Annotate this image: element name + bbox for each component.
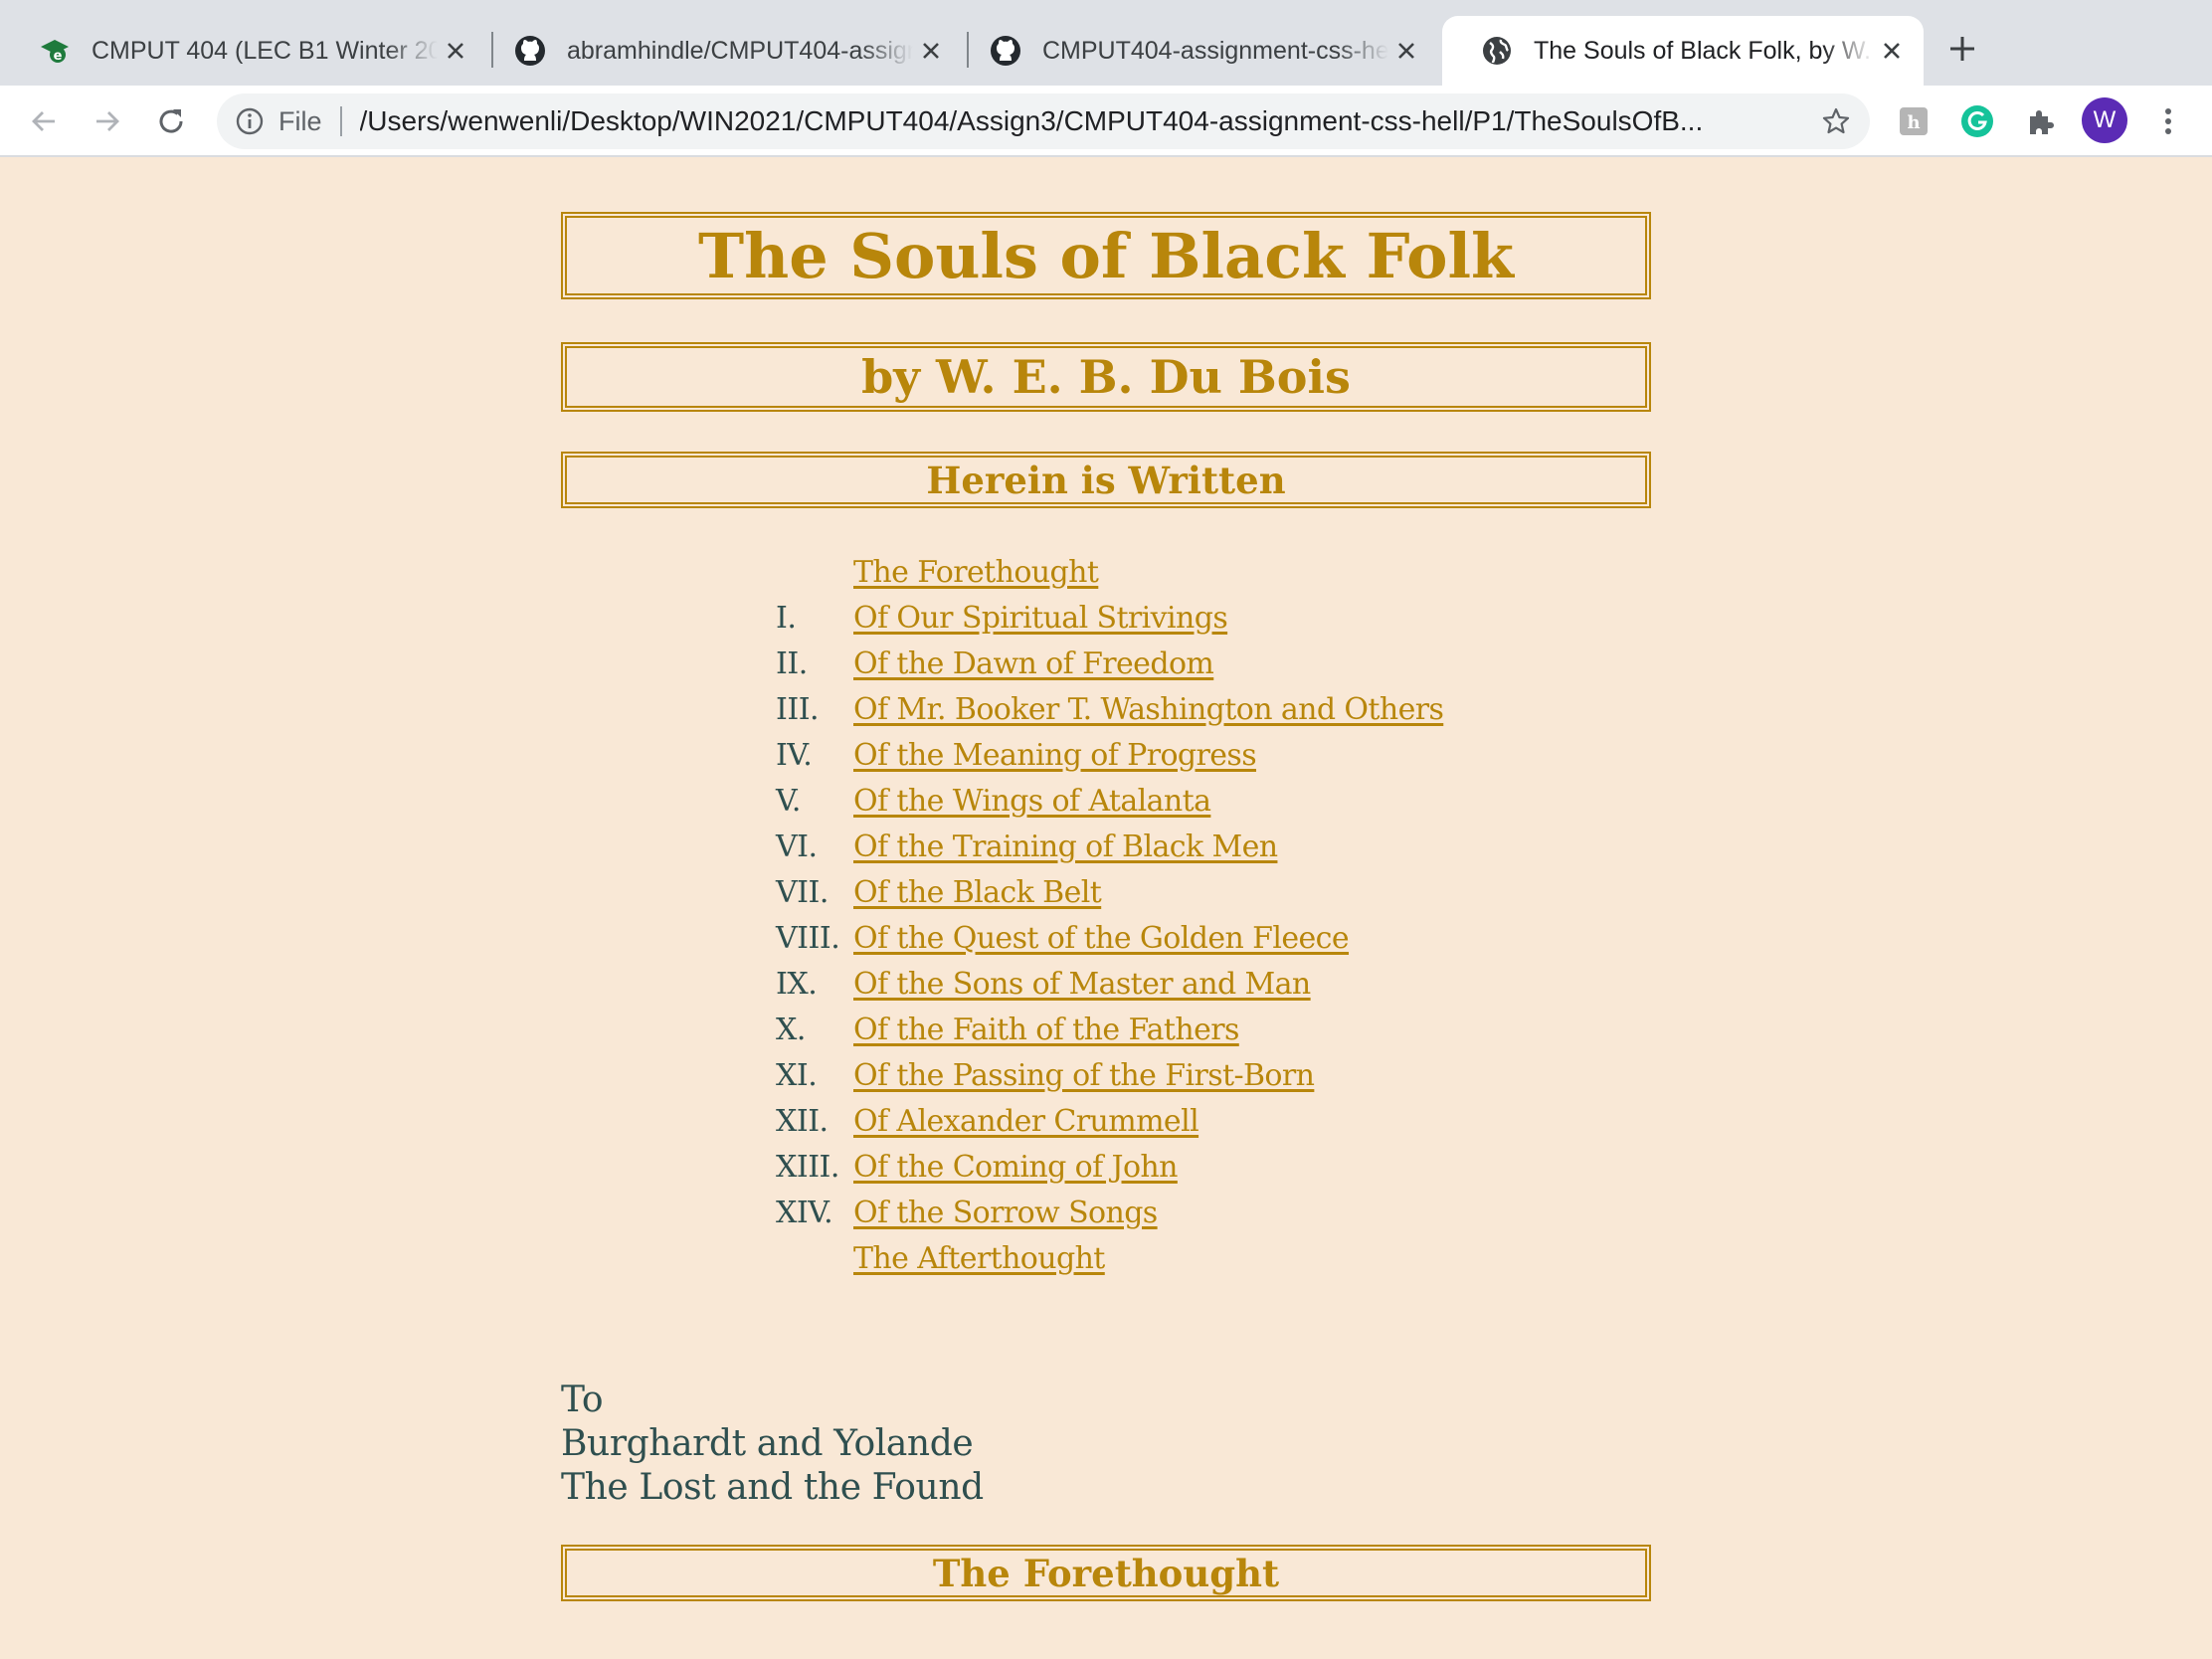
close-icon[interactable]: [913, 33, 949, 69]
menu-button[interactable]: [2144, 97, 2192, 145]
tab-title: The Souls of Black Folk, by W. E. B. Du …: [1534, 36, 1874, 65]
toc-item: XIV. Of the Sorrow Songs: [776, 1190, 1443, 1235]
plus-icon: [1950, 37, 1974, 61]
globe-icon: [1480, 34, 1514, 68]
toc-item: VIII. Of the Quest of the Golden Fleece: [776, 915, 1443, 961]
toc-item: VI. Of the Training of Black Men: [776, 824, 1443, 869]
kebab-menu-icon: [2165, 108, 2171, 134]
tab-title: CMPUT 404 (LEC B1 Winter 2021): [92, 36, 438, 65]
grammarly-extension-button[interactable]: [1953, 97, 2001, 145]
toc-chapter-link[interactable]: Of Alexander Crummell: [853, 1104, 1199, 1139]
toc-chapter-link[interactable]: Of Mr. Booker T. Washington and Others: [853, 692, 1444, 727]
hypothesis-icon: h: [1900, 107, 1928, 135]
svg-text:e: e: [54, 49, 63, 64]
toc-chapter-number: II.: [776, 645, 808, 681]
toc-item: I. Of Our Spiritual Strivings: [776, 595, 1443, 641]
arrow-left-icon: [32, 111, 55, 131]
book-title: The Souls of Black Folk: [561, 212, 1651, 299]
contents-heading: Herein is Written: [561, 452, 1651, 508]
toc-item: III. Of Mr. Booker T. Washington and Othe…: [776, 686, 1444, 732]
toc-chapter-link[interactable]: Of the Sorrow Songs: [853, 1196, 1158, 1230]
toc-chapter-link[interactable]: Of the Training of Black Men: [853, 830, 1278, 864]
toc-chapter-link[interactable]: Of the Faith of the Fathers: [853, 1013, 1239, 1047]
new-tab-button[interactable]: [1939, 26, 1985, 72]
hypothesis-extension-button[interactable]: h: [1890, 97, 1937, 145]
tab-github-css-hell[interactable]: CMPUT404-assignment-css-hell: [951, 16, 1438, 86]
forethought-heading: The Forethought: [561, 1545, 1651, 1601]
svg-text:h: h: [1907, 112, 1920, 133]
forward-button[interactable]: [84, 97, 131, 145]
toc-item: V. Of the Wings of Atalanta: [776, 778, 1443, 824]
reload-icon: [159, 109, 183, 133]
puzzle-icon: [2030, 110, 2054, 134]
info-icon[interactable]: [235, 106, 265, 136]
toc-chapter-link[interactable]: Of the Dawn of Freedom: [853, 646, 1214, 681]
table-of-contents: The Forethought I. Of Our Spiritual Strivi…: [776, 549, 1444, 1281]
toc-chapter-number: IX.: [776, 966, 818, 1002]
tab-title: CMPUT404-assignment-css-hell: [1042, 36, 1388, 65]
toc-item: VII. Of the Black Belt: [776, 869, 1443, 915]
toc-chapter-link[interactable]: Of the Black Belt: [853, 875, 1102, 910]
toc-chapter-number: X.: [776, 1012, 806, 1047]
profile-avatar[interactable]: W: [2082, 97, 2127, 143]
dedication: To Burghardt and Yolande The Lost and th…: [561, 1379, 984, 1510]
toc-chapter-number: VIII.: [776, 920, 840, 956]
toc-item: IX. Of the Sons of Master and Man: [776, 961, 1443, 1007]
github-icon: [513, 34, 547, 68]
tab-eclass[interactable]: e CMPUT 404 (LEC B1 Winter 2021): [0, 16, 487, 86]
toc-item: The Afterthought: [776, 1235, 1443, 1281]
book-author: by W. E. B. Du Bois: [561, 342, 1651, 412]
toc-chapter-number: VII.: [776, 874, 829, 910]
toc-item: The Forethought: [776, 549, 1443, 595]
dedication-line: Burghardt and Yolande: [561, 1423, 974, 1464]
toc-chapter-number: V.: [776, 783, 801, 819]
toc-chapter-link[interactable]: Of the Quest of the Golden Fleece: [853, 921, 1350, 956]
tab-github-repo[interactable]: abramhindle/CMPUT404-assignment: [475, 16, 963, 86]
toc-chapter-number: III.: [776, 691, 820, 727]
close-icon[interactable]: [1388, 33, 1424, 69]
url-scheme: File: [278, 105, 322, 136]
page-content: The Souls of Black Folk by W. E. B. Du B…: [0, 157, 2212, 1659]
close-icon[interactable]: [438, 33, 473, 69]
browser-toolbar: File /Users/wenwenli/Desktop/WIN2021/CMP…: [0, 86, 2212, 157]
grammarly-icon: [1961, 105, 1993, 137]
github-icon: [989, 34, 1022, 68]
reload-button[interactable]: [147, 97, 195, 145]
address-bar[interactable]: File /Users/wenwenli/Desktop/WIN2021/CMP…: [217, 93, 1870, 149]
close-icon[interactable]: [1874, 33, 1910, 69]
eclass-icon: e: [38, 34, 72, 68]
toc-chapter-number: VI.: [776, 829, 818, 864]
toc-chapter-number: IV.: [776, 737, 813, 773]
url-text[interactable]: /Users/wenwenli/Desktop/WIN2021/CMPUT404…: [360, 105, 1782, 137]
toc-item: IV. Of the Meaning of Progress: [776, 732, 1443, 778]
toc-item: II. Of the Dawn of Freedom: [776, 641, 1443, 686]
toc-item: XIII. Of the Coming of John: [776, 1144, 1443, 1190]
tab-strip: e CMPUT 404 (LEC B1 Winter 2021) abramhi…: [0, 0, 2212, 86]
toc-chapter-link[interactable]: The Afterthought: [853, 1241, 1105, 1276]
toc-item: XI. Of the Passing of the First-Born: [776, 1052, 1443, 1098]
toc-chapter-number: XI.: [776, 1057, 818, 1093]
toc-chapter-link[interactable]: Of the Meaning of Progress: [853, 738, 1257, 773]
toc-chapter-link[interactable]: Of the Sons of Master and Man: [853, 967, 1311, 1002]
extensions-button[interactable]: [2017, 97, 2065, 145]
toc-chapter-link[interactable]: Of the Coming of John: [853, 1150, 1178, 1185]
toc-chapter-number: I.: [776, 600, 797, 636]
toc-chapter-link[interactable]: The Forethought: [853, 555, 1099, 590]
url-divider: [339, 106, 342, 136]
toc-chapter-number: XIII.: [776, 1149, 839, 1185]
star-icon[interactable]: [1820, 105, 1852, 137]
toc-chapter-link[interactable]: Of Our Spiritual Strivings: [853, 601, 1228, 636]
dedication-line: To: [561, 1380, 604, 1420]
tab-title: abramhindle/CMPUT404-assignment: [567, 36, 913, 65]
toc-chapter-number: XII.: [776, 1103, 829, 1139]
toc-item: XII. Of Alexander Crummell: [776, 1098, 1443, 1144]
arrow-right-icon: [96, 111, 119, 131]
toc-item: X. Of the Faith of the Fathers: [776, 1007, 1443, 1052]
dedication-line: The Lost and the Found: [561, 1467, 984, 1508]
toc-chapter-link[interactable]: Of the Passing of the First-Born: [853, 1058, 1315, 1093]
toc-chapter-link[interactable]: Of the Wings of Atalanta: [853, 784, 1211, 819]
toc-chapter-number: XIV.: [776, 1195, 833, 1230]
tab-souls-of-black-folk[interactable]: The Souls of Black Folk, by W. E. B. Du …: [1442, 16, 1924, 86]
back-button[interactable]: [20, 97, 68, 145]
